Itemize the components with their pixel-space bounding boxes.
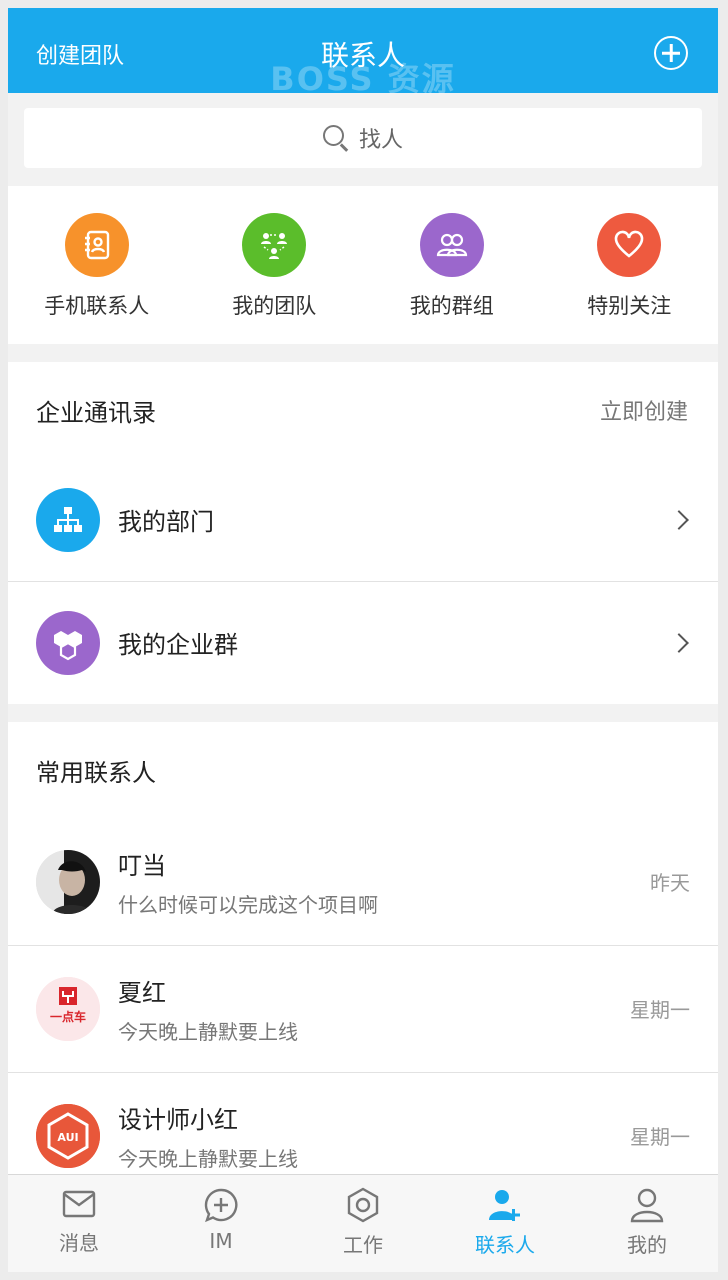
contact-row[interactable]: 叮当 什么时候可以完成这个项目啊 昨天 [8, 818, 718, 945]
tab-bar: 消息 IM 工作 联系人 我的 [8, 1174, 718, 1272]
tab-label: 我的 [627, 1233, 667, 1257]
enterprise-directory: 企业通讯录 立即创建 我的部门 我的企业群 [8, 362, 718, 704]
quick-link-my-groups[interactable]: 我的群组 [363, 186, 541, 344]
tab-im[interactable]: IM [150, 1175, 292, 1272]
app-frame: 创建团队 联系人 BOSS 资源 找人 手机联系人 我的团队 我的群组 特别关注… [8, 8, 718, 1272]
contact-row[interactable]: 一点车 夏红 今天晚上静默要上线 星期一 [8, 945, 718, 1072]
row-my-enterprise-group[interactable]: 我的企业群 [8, 581, 718, 704]
contact-time: 昨天 [650, 871, 690, 895]
section-title: 企业通讯录 [36, 398, 156, 427]
tab-me[interactable]: 我的 [576, 1175, 718, 1272]
avatar [36, 849, 100, 914]
quick-link-label: 我的团队 [232, 294, 317, 318]
tab-messages[interactable]: 消息 [8, 1175, 150, 1272]
row-label: 我的企业群 [118, 631, 238, 659]
contact-name: 夏红 [118, 978, 166, 1007]
tab-label: 联系人 [475, 1233, 535, 1257]
hexagon-gear-icon [347, 1187, 379, 1223]
header-bar: 创建团队 联系人 BOSS 资源 [8, 8, 718, 98]
quick-link-label: 特别关注 [587, 294, 672, 318]
frequent-header: 常用联系人 [8, 722, 718, 818]
quick-link-special-follow[interactable]: 特别关注 [541, 186, 719, 344]
tab-contacts[interactable]: 联系人 [434, 1175, 576, 1272]
search-placeholder: 找人 [358, 128, 403, 153]
section-title: 常用联系人 [36, 758, 156, 787]
frequent-contacts: 常用联系人 叮当 什么时候可以完成这个项目啊 昨天 一点车 夏红 今天晚上静默要… [8, 722, 718, 1199]
chat-plus-icon [204, 1188, 238, 1223]
tab-label: IM [209, 1229, 233, 1253]
avatar-brand-text: AUI [57, 1131, 78, 1144]
avatar-brand-text: 一点车 [50, 1009, 86, 1024]
enterprise-header: 企业通讯录 立即创建 [8, 362, 718, 458]
contact-name: 叮当 [118, 851, 166, 880]
heart-icon [597, 213, 662, 277]
add-icon[interactable] [654, 36, 688, 70]
tab-label: 消息 [59, 1231, 99, 1255]
contact-message: 今天晚上静默要上线 [118, 1019, 298, 1044]
contact-message: 什么时候可以完成这个项目啊 [118, 892, 378, 917]
team-icon [242, 213, 307, 277]
group-icon [419, 213, 484, 277]
row-label: 我的部门 [118, 508, 214, 536]
search-area: 找人 [8, 93, 718, 183]
quick-link-label: 手机联系人 [44, 294, 150, 318]
hexagons-icon [36, 610, 100, 675]
quick-link-my-team[interactable]: 我的团队 [186, 186, 364, 344]
address-book-icon [64, 213, 129, 277]
contact-time: 星期一 [630, 1125, 690, 1149]
org-chart-icon [36, 487, 100, 552]
tab-work[interactable]: 工作 [292, 1175, 434, 1272]
contact-time: 星期一 [630, 998, 690, 1022]
row-my-department[interactable]: 我的部门 [8, 458, 718, 581]
quick-links: 手机联系人 我的团队 我的群组 特别关注 [8, 186, 718, 344]
quick-link-label: 我的群组 [409, 294, 494, 318]
avatar: 一点车 [36, 976, 100, 1041]
envelope-icon [62, 1190, 96, 1218]
watermark: BOSS 资源 [270, 60, 456, 98]
search-icon [322, 125, 349, 152]
contact-message: 今天晚上静默要上线 [118, 1146, 298, 1171]
create-now-button[interactable]: 立即创建 [600, 394, 688, 426]
quick-link-phone-contacts[interactable]: 手机联系人 [8, 186, 186, 344]
chevron-right-icon [669, 632, 689, 653]
tab-label: 工作 [343, 1233, 383, 1257]
contact-add-icon [489, 1190, 520, 1221]
avatar: AUI [36, 1103, 100, 1168]
chevron-right-icon [669, 509, 689, 530]
user-icon [630, 1188, 664, 1223]
search-input[interactable]: 找人 [24, 108, 702, 168]
contact-name: 设计师小红 [118, 1105, 238, 1134]
